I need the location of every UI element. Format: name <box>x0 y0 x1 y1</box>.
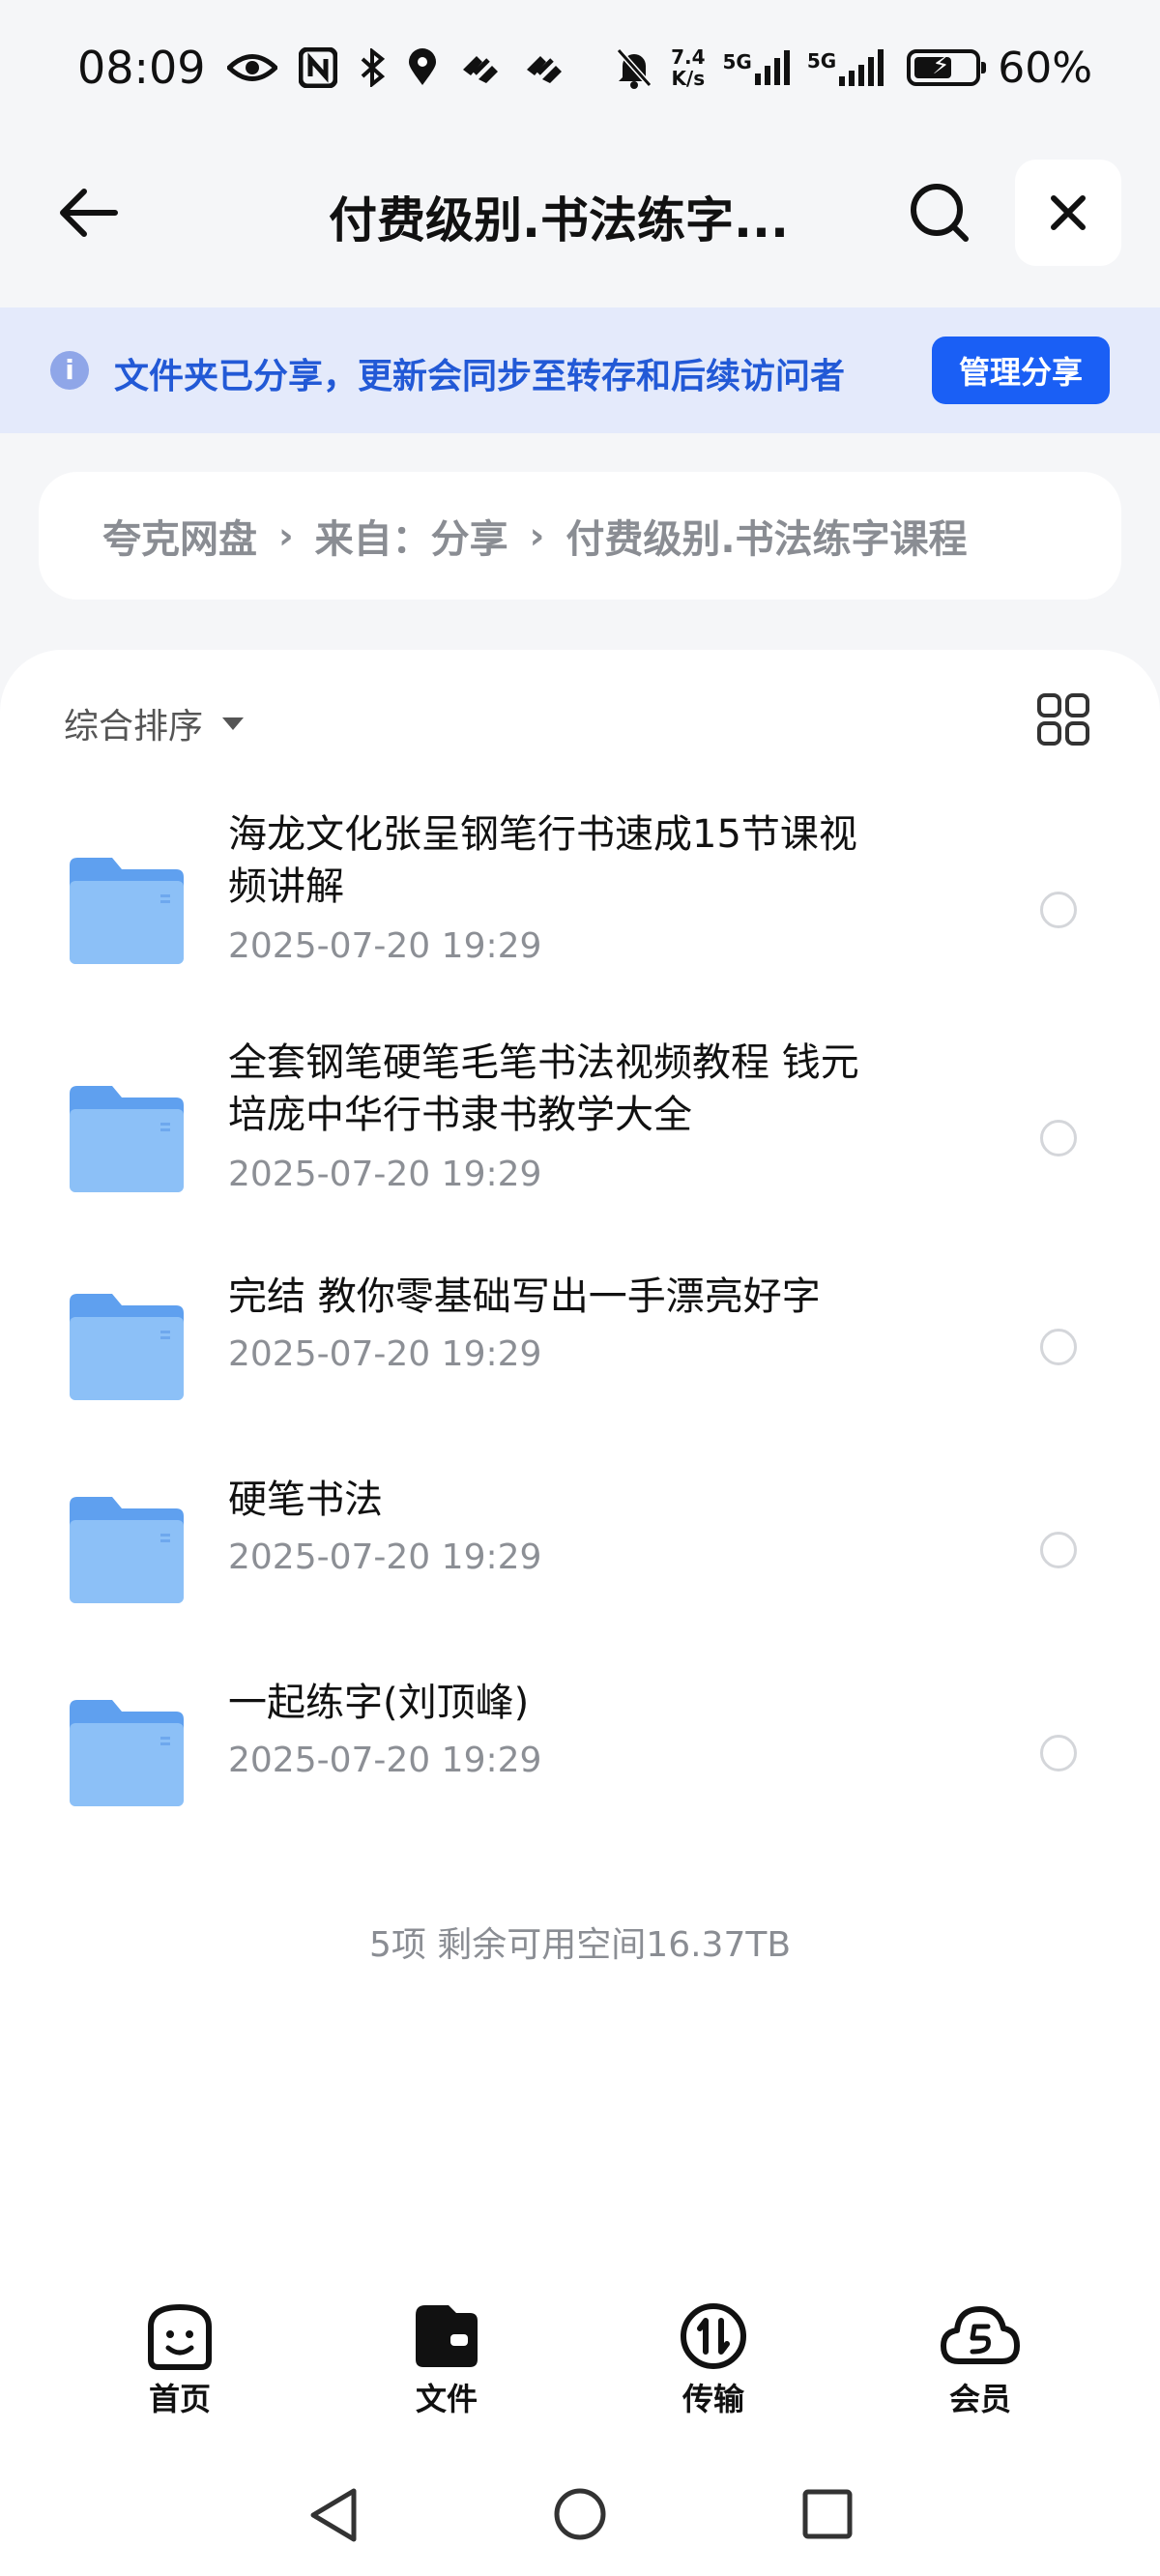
list-item[interactable]: 完结 教你零基础写出一手漂亮好字 2025-07-20 19:29 <box>0 1274 1160 1454</box>
sim1-signal-icon: 5G <box>723 50 790 85</box>
home-circle-icon[interactable] <box>553 2487 607 2541</box>
file-date: 2025-07-20 19:29 <box>228 1334 542 1374</box>
file-name: 全套钢笔硬笔毛笔书法视频教程 钱元 培庞中华行书隶书教学大全 <box>228 1040 859 1137</box>
arrow-left-icon <box>60 189 118 237</box>
nav-home-label: 首页 <box>148 2381 211 2417</box>
sort-label: 综合排序 <box>64 707 204 746</box>
app-notification-icon-2 <box>523 50 566 85</box>
share-notice-text: 文件夹已分享，更新会同步至转存和后续访问者 <box>114 357 846 396</box>
bottom-navigation: 首页 文件 传输 会员 <box>0 2301 1160 2437</box>
status-time: 08:09 <box>77 42 206 94</box>
select-radio[interactable] <box>1040 1329 1077 1365</box>
nav-files[interactable]: 文件 <box>369 2301 524 2419</box>
select-radio[interactable] <box>1040 1120 1077 1156</box>
recents-square-icon[interactable] <box>802 2489 853 2539</box>
file-date: 2025-07-20 19:29 <box>228 1537 542 1577</box>
grid-view-icon[interactable] <box>1036 692 1090 746</box>
system-navigation-bar <box>0 2475 1160 2553</box>
back-triangle-icon[interactable] <box>307 2487 360 2543</box>
list-item[interactable]: 海龙文化张呈钢笔行书速成15节课视 频讲解 2025-07-20 19:29 <box>0 805 1160 1017</box>
chevron-right-icon: › <box>278 514 294 557</box>
bluetooth-icon <box>359 48 386 87</box>
search-icon <box>911 184 969 242</box>
chevron-right-icon: › <box>529 514 545 557</box>
close-button[interactable] <box>1015 160 1121 266</box>
close-icon <box>1051 195 1086 230</box>
share-notice-banner: i 文件夹已分享，更新会同步至转存和后续访问者 管理分享 <box>0 307 1160 433</box>
file-date: 2025-07-20 19:29 <box>228 926 542 966</box>
folder-icon <box>70 1700 184 1806</box>
folder-icon <box>70 1497 184 1603</box>
caret-down-icon <box>222 717 245 730</box>
select-radio[interactable] <box>1040 1735 1077 1771</box>
status-bar: 08:09 7.4 K/s 5G 5G ⚡ 60% <box>0 0 1160 135</box>
list-item[interactable]: 全套钢笔硬笔毛笔书法视频教程 钱元 培庞中华行书隶书教学大全 2025-07-2… <box>0 1033 1160 1245</box>
folder-icon <box>70 1294 184 1400</box>
cloud-member-icon <box>941 2306 1020 2364</box>
sim2-signal-icon: 5G <box>807 49 884 86</box>
smiley-home-icon <box>148 2304 212 2370</box>
folder-icon <box>70 1086 184 1192</box>
nfc-icon <box>298 47 337 88</box>
transfer-icon <box>681 2303 746 2369</box>
nav-files-label: 文件 <box>415 2381 478 2417</box>
battery-icon: ⚡ <box>907 49 987 86</box>
app-notification-icon <box>459 50 502 85</box>
folder-wallet-icon <box>416 2305 478 2367</box>
nav-home[interactable]: 首页 <box>102 2301 257 2419</box>
network-speed: 7.4 K/s <box>671 45 706 90</box>
breadcrumb: 夸克网盘 › 来自：分享 › 付费级别.书法练字课程 <box>39 472 1121 600</box>
file-date: 2025-07-20 19:29 <box>228 1155 542 1194</box>
file-list-panel: 综合排序 海龙文化张呈钢笔行书速成15节课视 频讲解 2025-07-20 19… <box>0 650 1160 2576</box>
manage-share-button[interactable]: 管理分享 <box>932 337 1110 404</box>
eye-icon <box>226 51 277 84</box>
breadcrumb-item-share[interactable]: 来自：分享 <box>315 508 508 564</box>
file-date: 2025-07-20 19:29 <box>228 1741 542 1780</box>
folder-icon <box>70 858 184 964</box>
select-radio[interactable] <box>1040 892 1077 928</box>
top-app-bar: 付费级别.书法练字... <box>0 155 1160 271</box>
mute-bell-icon <box>615 46 653 89</box>
breadcrumb-item-root[interactable]: 夸克网盘 <box>102 508 257 564</box>
info-icon: i <box>50 351 89 390</box>
file-name: 一起练字(刘顶峰) <box>228 1681 530 1725</box>
nav-transfer[interactable]: 传输 <box>636 2301 791 2419</box>
nav-transfer-label: 传输 <box>682 2381 744 2417</box>
back-button[interactable] <box>48 174 126 251</box>
nav-member[interactable]: 会员 <box>903 2301 1058 2419</box>
file-name: 硬笔书法 <box>228 1478 383 1522</box>
search-button[interactable] <box>899 172 980 253</box>
file-name: 海龙文化张呈钢笔行书速成15节课视 频讲解 <box>228 812 857 909</box>
storage-summary: 5项 剩余可用空间16.37TB <box>368 1925 792 1965</box>
battery-percent: 60% <box>998 43 1092 93</box>
list-item[interactable]: 硬笔书法 2025-07-20 19:29 <box>0 1478 1160 1657</box>
file-name: 完结 教你零基础写出一手漂亮好字 <box>228 1274 821 1319</box>
list-item[interactable]: 一起练字(刘顶峰) 2025-07-20 19:29 <box>0 1681 1160 1860</box>
breadcrumb-item-current: 付费级别.书法练字课程 <box>566 517 968 562</box>
sort-dropdown[interactable]: 综合排序 <box>64 698 245 748</box>
select-radio[interactable] <box>1040 1532 1077 1568</box>
nav-member-label: 会员 <box>948 2381 1011 2417</box>
location-icon <box>407 48 438 87</box>
page-title: 付费级别.书法练字... <box>329 192 789 249</box>
